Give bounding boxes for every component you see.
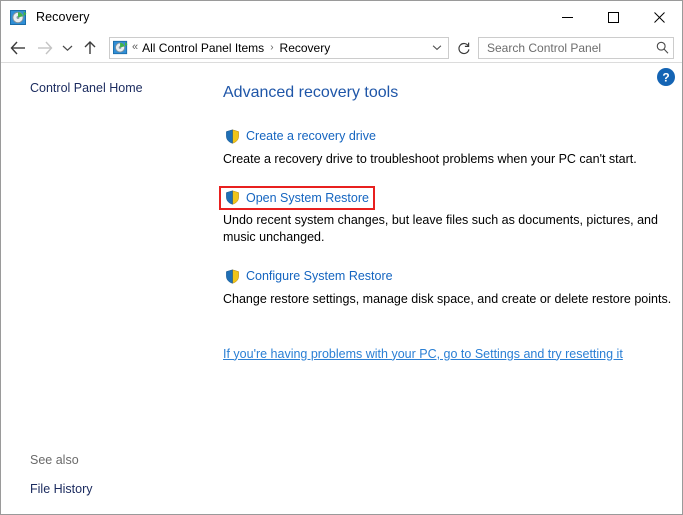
page-body: Control Panel Home See also File History… [1,63,682,514]
sidebar: Control Panel Home See also File History [1,63,217,514]
search-box[interactable] [478,36,674,59]
configure-system-restore-link-row[interactable]: Configure System Restore [223,266,395,286]
open-system-restore-description: Undo recent system changes, but leave fi… [223,213,658,244]
sidebar-item-file-history[interactable]: File History [1,481,217,498]
recovery-tool-open-system-restore: Open System Restore Undo recent system c… [219,185,674,247]
search-icon[interactable] [656,41,669,54]
configure-system-restore-description: Change restore settings, manage disk spa… [223,291,672,306]
create-recovery-drive-link-row[interactable]: Create a recovery drive [223,126,378,146]
open-system-restore-link[interactable]: Open System Restore [246,190,369,206]
see-also-heading: See also [30,453,79,467]
uac-shield-icon [225,128,240,144]
breadcrumb-overflow[interactable]: « [132,42,138,53]
address-chevron-down-icon[interactable] [428,38,446,58]
navigation-toolbar: « All Control Panel Items › Recovery [1,33,682,62]
sidebar-item-control-panel-home[interactable]: Control Panel Home [1,80,217,97]
search-input[interactable] [485,39,656,56]
configure-system-restore-link[interactable]: Configure System Restore [246,268,393,284]
up-arrow-icon[interactable] [77,36,103,60]
window-controls [544,1,682,33]
back-arrow-icon[interactable] [5,36,31,60]
see-also-section: See also File History [1,452,217,498]
recent-locations-chevron-down-icon[interactable] [57,36,77,60]
open-system-restore-link-row[interactable]: Open System Restore [219,185,375,210]
breadcrumb-separator-icon: › [270,41,274,53]
page-title: Advanced recovery tools [223,84,399,101]
minimize-button[interactable] [544,1,590,33]
create-recovery-drive-description: Create a recovery drive to troubleshoot … [223,151,637,166]
reset-pc-settings-link[interactable]: If you're having problems with your PC, … [223,346,623,362]
breadcrumb-item-all-control-panel-items[interactable]: All Control Panel Items [142,41,264,55]
recovery-icon [10,9,27,26]
svg-text:?: ? [662,70,669,84]
main-content: ? Advanced recovery tools Create a recov… [217,63,682,514]
address-recovery-icon [113,40,128,55]
window-title: Recovery [36,10,90,24]
refresh-icon[interactable] [453,37,475,59]
maximize-button[interactable] [590,1,636,33]
close-button[interactable] [636,1,682,33]
help-icon[interactable]: ? [656,67,676,87]
address-bar[interactable]: « All Control Panel Items › Recovery [109,36,449,59]
uac-shield-icon [225,190,240,205]
recovery-tool-create-recovery-drive: Create a recovery drive Create a recover… [223,126,674,168]
create-recovery-drive-link[interactable]: Create a recovery drive [246,128,376,144]
breadcrumb-item-recovery[interactable]: Recovery [280,41,331,55]
uac-shield-icon [225,268,240,284]
forward-arrow-icon [31,36,57,60]
recovery-tool-configure-system-restore: Configure System Restore Change restore … [223,266,674,308]
title-bar: Recovery [1,1,682,33]
recovery-window: Recovery « All Control Panel Items › Rec… [0,0,683,515]
